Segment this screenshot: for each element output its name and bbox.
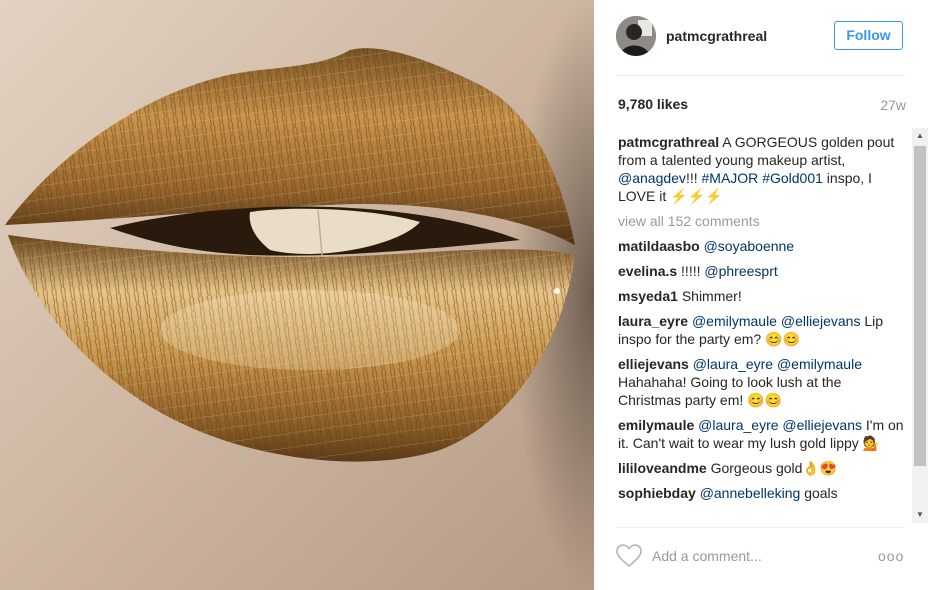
comment-item: lililoveandme Gorgeous gold👌😍 xyxy=(618,459,908,477)
add-comment-input[interactable] xyxy=(652,547,852,565)
post-sidebar: patmcgrathreal Follow 9,780 likes 27w pa… xyxy=(594,0,928,590)
caption-username[interactable]: patmcgrathreal xyxy=(618,134,719,150)
caption: patmcgrathreal A GORGEOUS golden pout fr… xyxy=(618,133,908,205)
follow-button[interactable]: Follow xyxy=(834,21,903,50)
caption-hashtag[interactable]: #Gold001 xyxy=(762,170,823,186)
avatar-image xyxy=(616,16,656,56)
heart-outline-icon[interactable] xyxy=(616,544,642,568)
post-age[interactable]: 27w xyxy=(880,97,906,113)
comment-text: Shimmer! xyxy=(677,288,742,304)
comment-text: goals xyxy=(800,485,838,501)
comment-item: msyeda1 Shimmer! xyxy=(618,287,908,305)
caption-text: !!! xyxy=(685,170,702,186)
comment-item: matildaasbo @soyaboenne xyxy=(618,237,908,255)
comments-scrollbar[interactable]: ▲ ▼ xyxy=(912,128,928,523)
comment-username[interactable]: matildaasbo xyxy=(618,238,700,254)
post-viewer: patmcgrathreal Follow 9,780 likes 27w pa… xyxy=(0,0,928,590)
post-username[interactable]: patmcgrathreal xyxy=(666,28,767,44)
post-photo[interactable] xyxy=(0,0,594,590)
divider xyxy=(616,527,906,528)
comment-username[interactable]: emilymaule xyxy=(618,417,694,433)
comment-item: elliejevans @laura_eyre @emilymaule Haha… xyxy=(618,355,908,409)
comment-item: emilymaule @laura_eyre @elliejevans I'm … xyxy=(618,416,908,452)
comment-text: Hahahaha! Going to look lush at the Chri… xyxy=(618,374,842,408)
comment-mention[interactable]: @emilymaule @elliejevans xyxy=(692,313,861,329)
comment-username[interactable]: sophiebday xyxy=(618,485,696,501)
scroll-up-arrow-icon[interactable]: ▲ xyxy=(912,130,928,142)
comment-mention[interactable]: @laura_eyre @elliejevans xyxy=(698,417,862,433)
comment-username[interactable]: msyeda1 xyxy=(618,288,678,304)
divider xyxy=(616,75,906,76)
comment-mention[interactable]: @annebelleking xyxy=(700,485,801,501)
more-options-icon[interactable]: ooo xyxy=(878,548,904,564)
view-all-comments-link[interactable]: view all 152 comments xyxy=(618,212,908,230)
caption-mention[interactable]: @anagdev xyxy=(618,170,686,186)
gold-lips-image xyxy=(0,0,594,590)
scroll-down-arrow-icon[interactable]: ▼ xyxy=(912,509,928,521)
comment-mention[interactable]: @phreesprt xyxy=(704,263,777,279)
comment-item: laura_eyre @emilymaule @elliejevans Lip … xyxy=(618,312,908,348)
comment-username[interactable]: laura_eyre xyxy=(618,313,688,329)
comment-mention[interactable]: @laura_eyre @emilymaule xyxy=(693,356,862,372)
comment-text: Gorgeous gold👌😍 xyxy=(706,460,838,476)
caption-hashtag[interactable]: #MAJOR xyxy=(702,170,759,186)
comment-username[interactable]: elliejevans xyxy=(618,356,689,372)
comment-username[interactable]: lililoveandme xyxy=(618,460,707,476)
comments-list: patmcgrathreal A GORGEOUS golden pout fr… xyxy=(618,133,908,523)
likes-count[interactable]: 9,780 likes xyxy=(618,96,688,112)
scrollbar-thumb[interactable] xyxy=(914,146,926,466)
comment-username[interactable]: evelina.s xyxy=(618,263,677,279)
comment-mention[interactable]: @soyaboenne xyxy=(704,238,795,254)
post-header: patmcgrathreal Follow xyxy=(594,0,928,75)
comment-text: !!!!! xyxy=(677,263,705,279)
comment-item: evelina.s !!!!! @phreesprt xyxy=(618,262,908,280)
comment-item: sophiebday @annebelleking goals xyxy=(618,484,908,502)
avatar[interactable] xyxy=(616,16,656,56)
